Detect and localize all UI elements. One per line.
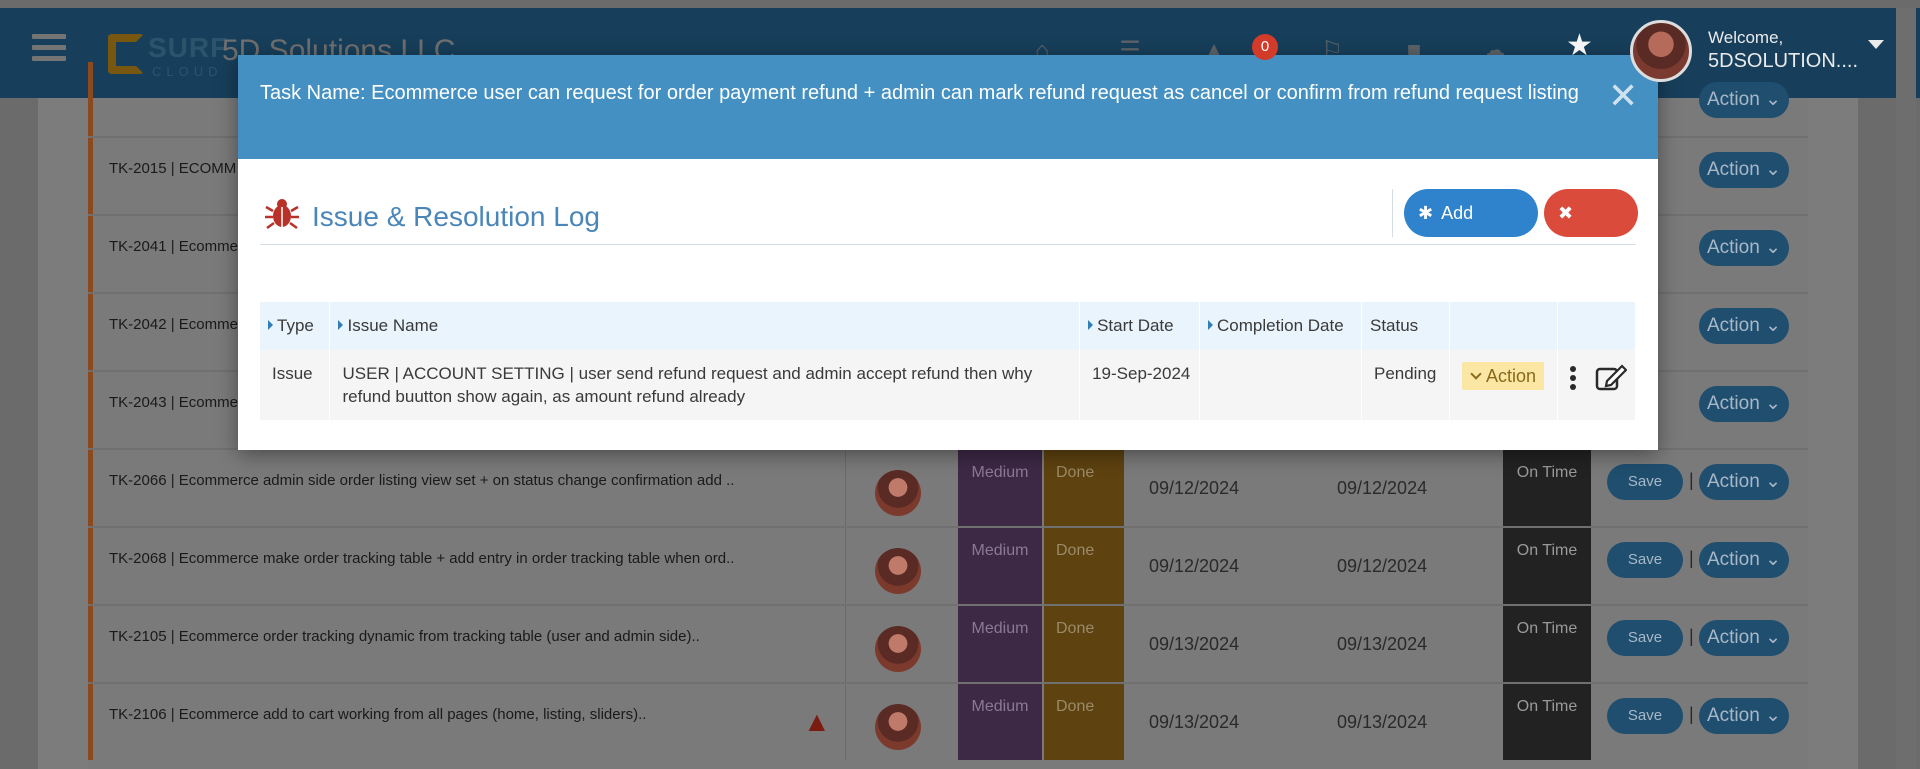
timing-badge: On Time	[1503, 528, 1591, 604]
chevron-down-icon[interactable]	[1868, 40, 1884, 49]
save-button[interactable]: Save	[1628, 551, 1662, 568]
row-action-button[interactable]: Action	[1707, 627, 1760, 648]
close-icon[interactable]: ✕	[1608, 78, 1638, 114]
end-date: 09/13/2024	[1337, 712, 1428, 732]
row-action-button[interactable]: Action	[1707, 549, 1760, 570]
header-type[interactable]: Type	[260, 302, 331, 350]
page-scrollbar[interactable]	[1896, 8, 1916, 769]
table-row: TK-2106 | Ecommerce add to cart working …	[88, 684, 1808, 760]
row-action-button[interactable]: Action	[1707, 159, 1760, 180]
header-issue-name[interactable]: Issue Name	[329, 302, 1081, 350]
priority-badge: Medium	[958, 450, 1042, 526]
priority-badge: Medium	[958, 528, 1042, 604]
task-name[interactable]: TK-2066 | Ecommerce admin side order lis…	[109, 472, 734, 489]
priority-badge: Medium	[958, 606, 1042, 682]
issue-table: Type Issue Name Start Date Completion Da…	[260, 302, 1637, 420]
avatar	[875, 470, 921, 516]
task-name[interactable]: TK-2105 | Ecommerce order tracking dynam…	[109, 628, 700, 645]
add-issue-button[interactable]: ✱ Add Issue	[1404, 189, 1538, 271]
welcome-text: Welcome,	[1708, 28, 1784, 47]
issue-name: USER | ACCOUNT SETTING | user send refun…	[329, 350, 1081, 420]
issue-status: Pending	[1361, 350, 1450, 420]
edit-icon[interactable]	[1595, 364, 1627, 392]
start-date: 09/13/2024	[1149, 634, 1240, 654]
header-tools	[1557, 302, 1637, 350]
close-button[interactable]: ✖ Close	[1544, 189, 1638, 271]
status-badge: Done	[1044, 450, 1124, 526]
row-action-button[interactable]: Action	[1707, 89, 1760, 110]
start-date: 09/12/2024	[1149, 478, 1240, 498]
modal-title: Task Name: Ecommerce user can request fo…	[260, 82, 1579, 104]
issue-completion-date	[1199, 350, 1362, 420]
table-row: TK-2105 | Ecommerce order tracking dynam…	[88, 606, 1808, 682]
end-date: 09/12/2024	[1337, 556, 1428, 576]
task-name[interactable]: TK-2068 | Ecommerce make order tracking …	[109, 550, 734, 567]
more-vertical-icon[interactable]	[1569, 366, 1576, 393]
table-header-row: Type Issue Name Start Date Completion Da…	[260, 302, 1637, 350]
header-completion-date[interactable]: Completion Date	[1199, 302, 1362, 350]
start-date: 09/12/2024	[1149, 556, 1240, 576]
close-icon: ✖	[1558, 203, 1574, 223]
close-label: Close	[1558, 251, 1605, 271]
row-action-button[interactable]: Action	[1707, 315, 1760, 336]
avatar	[875, 626, 921, 672]
avatar	[875, 704, 921, 750]
row-action-button[interactable]: Action	[1707, 237, 1760, 258]
save-button[interactable]: Save	[1628, 629, 1662, 646]
timing-badge: On Time	[1503, 684, 1591, 760]
issue-log-modal: Task Name: Ecommerce user can request fo…	[238, 55, 1658, 450]
avatar[interactable]	[1630, 20, 1692, 82]
task-name[interactable]: TK-2043 | Ecomme	[109, 394, 238, 411]
row-action-button[interactable]: Action	[1707, 705, 1760, 726]
row-action-button[interactable]: Action	[1707, 393, 1760, 414]
end-date: 09/13/2024	[1337, 634, 1428, 654]
end-date: 09/12/2024	[1337, 478, 1428, 498]
timing-badge: On Time	[1503, 450, 1591, 526]
table-row: TK-2066 | Ecommerce admin side order lis…	[88, 450, 1808, 526]
row-action-button[interactable]: Action	[1707, 471, 1760, 492]
task-name[interactable]: TK-2042 | Ecomme	[109, 316, 238, 333]
bug-icon: ✱	[1418, 203, 1434, 223]
star-icon[interactable]: ★	[1566, 28, 1593, 63]
chevron-down-icon	[1470, 368, 1482, 380]
header-action	[1449, 302, 1558, 350]
avatar	[875, 548, 921, 594]
start-date: 09/13/2024	[1149, 712, 1240, 732]
header-status: Status	[1361, 302, 1450, 350]
action-dropdown[interactable]: Action	[1461, 362, 1544, 390]
header-start-date[interactable]: Start Date	[1079, 302, 1201, 350]
notification-badge[interactable]: 0	[1252, 34, 1278, 60]
status-badge: Done	[1044, 606, 1124, 682]
tools-cell	[1557, 350, 1637, 420]
issue-type: Issue	[260, 350, 331, 420]
log-header: Issue & Resolution Log ✱ Add Issue ✖ Close	[260, 189, 1638, 271]
log-title: Issue & Resolution Log	[312, 201, 600, 232]
username[interactable]: 5DSOLUTION....	[1708, 50, 1858, 73]
priority-badge: Medium	[958, 684, 1042, 760]
issue-start-date: 19-Sep-2024	[1079, 350, 1201, 420]
task-name[interactable]: TK-2015 | ECOMM	[109, 160, 236, 177]
warning-icon[interactable]: ▲	[803, 706, 831, 738]
status-badge: Done	[1044, 528, 1124, 604]
save-button[interactable]: Save	[1628, 707, 1662, 724]
timing-badge: On Time	[1503, 606, 1591, 682]
modal-header: Task Name: Ecommerce user can request fo…	[238, 55, 1658, 159]
action-cell: Action	[1449, 350, 1558, 420]
status-badge: Done	[1044, 684, 1124, 760]
task-name[interactable]: TK-2041 | Ecommerce	[109, 238, 259, 255]
table-row: Issue USER | ACCOUNT SETTING | user send…	[260, 350, 1637, 420]
bug-icon	[265, 199, 299, 230]
task-name[interactable]: TK-2106 | Ecommerce add to cart working …	[109, 706, 646, 723]
table-row: TK-2068 | Ecommerce make order tracking …	[88, 528, 1808, 604]
save-button[interactable]: Save	[1628, 473, 1662, 490]
